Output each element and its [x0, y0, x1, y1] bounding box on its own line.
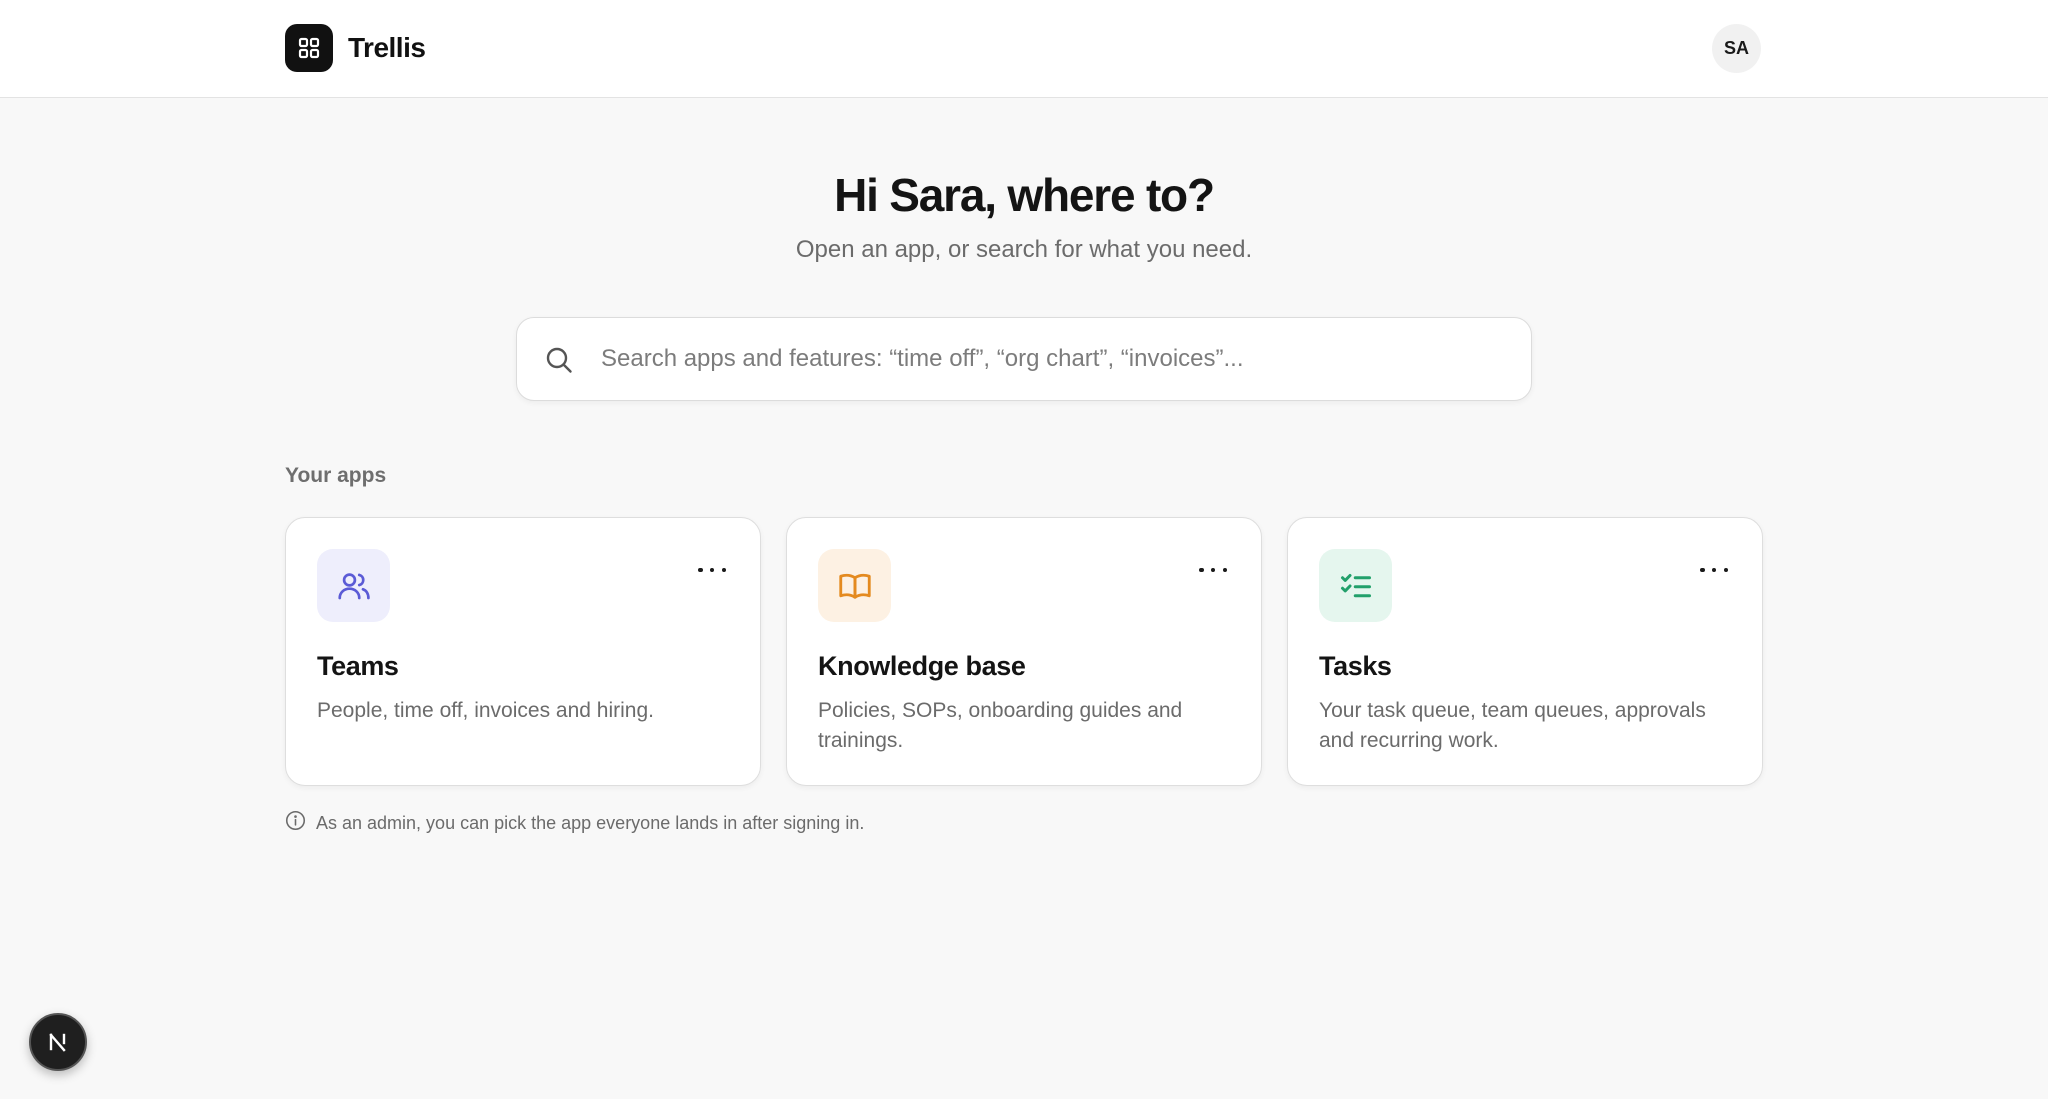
app-card-teams[interactable]: Teams People, time off, invoices and hir… [285, 517, 761, 786]
app-card-title: Teams [317, 651, 399, 681]
avatar[interactable]: SA [1712, 24, 1761, 73]
users-icon [317, 549, 390, 622]
app-card-description: Your task queue, team queues, approvals … [1319, 699, 1706, 752]
app-card-title: Tasks [1319, 651, 1392, 681]
brand[interactable]: Trellis [285, 24, 426, 72]
app-card-description: Policies, SOPs, onboarding guides and tr… [818, 699, 1183, 752]
search-icon [545, 346, 573, 374]
page-title: Hi Sara, where to? [834, 169, 1215, 221]
brand-name: Trellis [348, 32, 426, 63]
app-card-knowledge-base[interactable]: Knowledge base Policies, SOPs, onboardin… [786, 517, 1262, 786]
admin-note: As an admin, you can pick the app everyo… [285, 810, 864, 836]
info-icon [285, 810, 306, 836]
admin-note-text: As an admin, you can pick the app everyo… [316, 812, 865, 833]
app-card-title: Knowledge base [818, 651, 1026, 681]
book-icon [818, 549, 891, 622]
top-bar: Trellis SA [0, 0, 2048, 98]
n-logo-icon [49, 1033, 66, 1052]
checklist-icon [1319, 549, 1392, 622]
nextjs-dev-badge[interactable] [29, 1013, 87, 1071]
more-options-icon[interactable] [1199, 562, 1227, 578]
search-bar [516, 317, 1532, 401]
more-options-icon[interactable] [698, 562, 726, 578]
page-subtitle: Open an app, or search for what you need… [795, 236, 1253, 263]
search-input[interactable] [601, 318, 1501, 400]
section-label: Your apps [285, 464, 387, 487]
app-card-description: People, time off, invoices and hiring. [317, 699, 654, 722]
grid-icon [285, 24, 333, 72]
more-options-icon[interactable] [1700, 562, 1728, 578]
app-card-tasks[interactable]: Tasks Your task queue, team queues, appr… [1287, 517, 1763, 786]
